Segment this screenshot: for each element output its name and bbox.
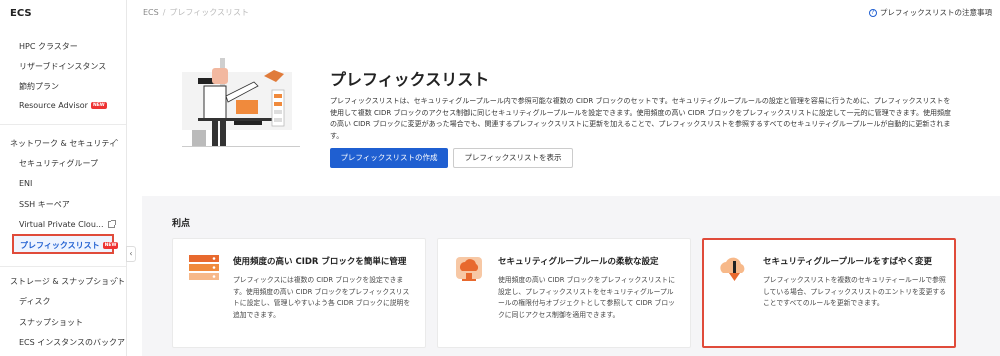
view-prefix-list-button[interactable]: プレフィックスリストを表示 — [453, 148, 573, 168]
sidebar-item-label: プレフィックスリスト NEW — [20, 241, 119, 250]
help-link-label: プレフィックスリストの注意事項 — [879, 8, 992, 17]
benefit-card: セキュリティグループルールの柔軟な設定 使用頻度の高い CIDR ブロックをプレ… — [437, 238, 691, 348]
benefit-card: 使用頻度の高い CIDR ブロックを簡単に管理 プレフィックスには複数の CID… — [172, 238, 426, 348]
chevron-up-icon[interactable]: ⌃ — [113, 276, 120, 285]
question-circle-icon: ? — [868, 9, 877, 17]
benefit-card-description: プレフィックスリストを複数のセキュリティールールで参照している場合、プレフィック… — [763, 276, 946, 307]
sidebar-collapse-button[interactable]: ‹ — [126, 246, 136, 262]
sidebar-title: ECS — [10, 8, 32, 19]
sidebar-group-network-security[interactable]: ネットワーク & セキュリティ — [10, 138, 117, 149]
sidebar-item-disk[interactable]: ディスク — [19, 296, 50, 307]
benefit-card-title: 使用頻度の高い CIDR ブロックを簡単に管理 — [233, 257, 407, 267]
sidebar-item-label: Virtual Private Clou... — [19, 220, 104, 229]
sidebar-item-ecs-backup[interactable]: ECS インスタンスのバックアップ — [19, 337, 126, 348]
sidebar-item-hpc-cluster[interactable]: HPC クラスター — [19, 41, 78, 52]
benefits-title: 利点 — [172, 219, 191, 229]
breadcrumb-root[interactable]: ECS — [143, 8, 159, 17]
sidebar-divider — [0, 124, 126, 125]
breadcrumb-separator: / — [162, 8, 166, 17]
sidebar-item-vpc[interactable]: Virtual Private Clou... — [19, 220, 116, 229]
help-link[interactable]: ? プレフィックスリストの注意事項 — [868, 7, 992, 18]
sidebar-item-resource-advisor[interactable]: Resource Advisor NEW — [19, 101, 107, 110]
sidebar-item-savings-plan[interactable]: 節約プラン — [19, 81, 59, 92]
server-stack-icon — [189, 255, 219, 280]
sidebar-item-reserved-instances[interactable]: リザーブドインスタンス — [19, 61, 106, 72]
new-badge: NEW — [102, 242, 119, 249]
new-badge: NEW — [90, 102, 107, 109]
sidebar: ECS HPC クラスター リザーブドインスタンス 節約プラン Resource… — [0, 0, 127, 356]
create-prefix-list-button[interactable]: プレフィックスリストの作成 — [330, 148, 448, 168]
breadcrumb-current: プレフィックスリスト — [169, 8, 250, 17]
external-link-icon — [107, 220, 116, 228]
sidebar-item-security-group[interactable]: セキュリティグループ — [19, 158, 98, 169]
hero-illustration — [182, 58, 300, 147]
sidebar-item-ssh-keypair[interactable]: SSH キーペア — [19, 199, 70, 210]
benefit-card-title: セキュリティグループルールをすばやく変更 — [763, 257, 932, 267]
sidebar-group-storage-snapshot[interactable]: ストレージ & スナップショット — [10, 276, 125, 287]
breadcrumb: ECS / プレフィックスリスト — [143, 7, 249, 18]
cloud-shield-icon — [456, 257, 482, 281]
sidebar-item-eni[interactable]: ENI — [19, 179, 32, 188]
benefit-card: セキュリティグループルールをすばやく変更 プレフィックスリストを複数のセキュリテ… — [702, 238, 956, 348]
page-description: プレフィックスリストは、セキュリティグループルール内で参照可能な複数の CIDR… — [330, 97, 951, 140]
sidebar-item-snapshot[interactable]: スナップショット — [19, 317, 83, 328]
sidebar-item-label: Resource Advisor — [19, 101, 88, 110]
chevron-up-icon[interactable]: ⌃ — [113, 138, 120, 147]
page-title: プレフィックスリスト — [330, 70, 490, 89]
sidebar-divider — [0, 266, 126, 267]
benefit-card-description: 使用頻度の高い CIDR ブロックをプレフィックスリストに設定し、プレフィックス… — [498, 276, 676, 319]
sidebar-item-prefix-list[interactable]: プレフィックスリスト NEW — [12, 234, 119, 254]
benefit-card-description: プレフィックスには複数の CIDR ブロックを設定できます。使用頻度の高い CI… — [233, 276, 411, 319]
benefit-card-title: セキュリティグループルールの柔軟な設定 — [498, 257, 659, 267]
cloud-update-icon — [720, 257, 745, 281]
